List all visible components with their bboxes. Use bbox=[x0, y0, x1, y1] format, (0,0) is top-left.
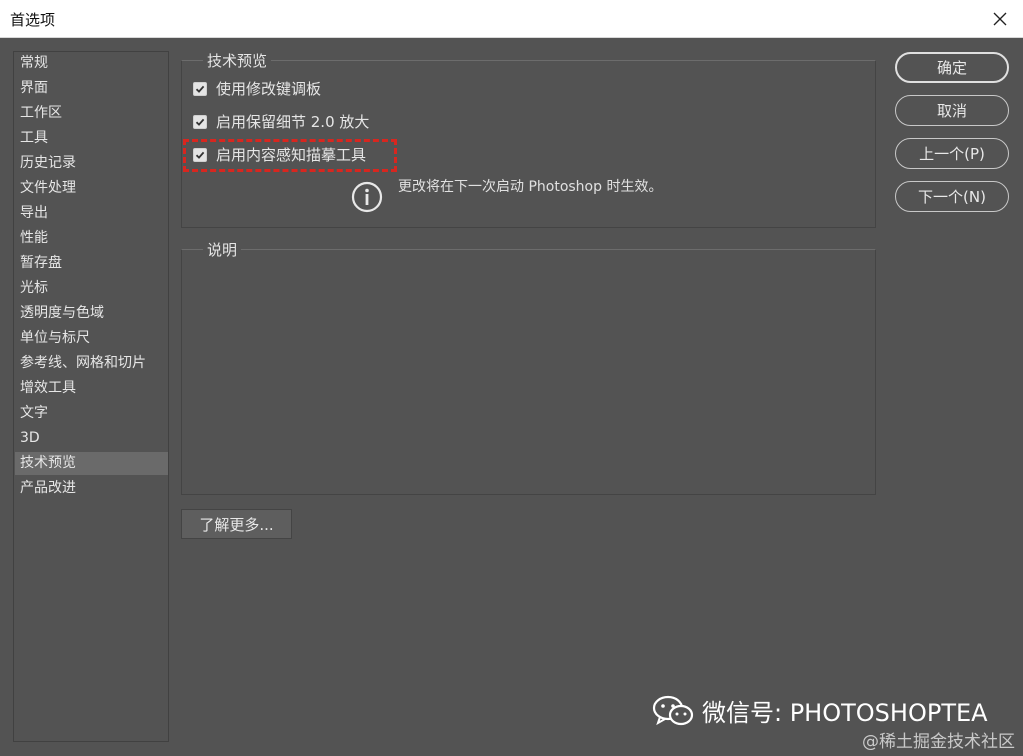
checkmark-icon bbox=[195, 118, 205, 126]
wechat-icon bbox=[652, 695, 694, 725]
wechat-watermark: 微信号: PHOTOSHOPTEA bbox=[652, 693, 988, 728]
sidebar-item-scratch-disks[interactable]: 暂存盘 bbox=[15, 252, 168, 275]
tech-preview-legend: 技术预览 bbox=[203, 50, 272, 71]
checkmark-icon bbox=[195, 85, 205, 93]
title-bar: 首选项 bbox=[0, 0, 1023, 38]
sidebar-item-export[interactable]: 导出 bbox=[15, 202, 168, 225]
option-preserve-details[interactable]: 启用保留细节 2.0 放大 bbox=[193, 111, 369, 132]
sidebar-item-guides-grid[interactable]: 参考线、网格和切片 bbox=[15, 352, 168, 375]
checkbox[interactable] bbox=[193, 114, 207, 129]
option-modifier-keys-palette[interactable]: 使用修改键调板 bbox=[193, 78, 321, 99]
sidebar-item-interface[interactable]: 界面 bbox=[15, 77, 168, 100]
wechat-id-text: 微信号: PHOTOSHOPTEA bbox=[702, 699, 988, 727]
sidebar-item-units-rulers[interactable]: 单位与标尺 bbox=[15, 327, 168, 350]
sidebar-item-performance[interactable]: 性能 bbox=[15, 227, 168, 250]
next-button[interactable]: 下一个(N) bbox=[895, 181, 1009, 212]
sidebar-item-tools[interactable]: 工具 bbox=[15, 127, 168, 150]
description-legend: 说明 bbox=[203, 239, 242, 260]
close-icon bbox=[993, 12, 1007, 26]
option-label: 启用保留细节 2.0 放大 bbox=[216, 113, 370, 131]
sidebar-item-file-handling[interactable]: 文件处理 bbox=[15, 177, 168, 200]
sidebar-item-workspace[interactable]: 工作区 bbox=[15, 102, 168, 125]
info-icon bbox=[351, 181, 383, 213]
sidebar-item-product-improvement[interactable]: 产品改进 bbox=[15, 477, 168, 500]
sidebar-item-plugins[interactable]: 增效工具 bbox=[15, 377, 168, 400]
sidebar-item-history[interactable]: 历史记录 bbox=[15, 152, 168, 175]
sidebar-item-technology-previews[interactable]: 技术预览 bbox=[15, 452, 168, 475]
cancel-button[interactable]: 取消 bbox=[895, 95, 1009, 126]
source-watermark: @稀土掘金技术社区 bbox=[862, 732, 1015, 752]
prev-button[interactable]: 上一个(P) bbox=[895, 138, 1009, 169]
sidebar-item-type[interactable]: 文字 bbox=[15, 402, 168, 425]
close-button[interactable] bbox=[977, 0, 1023, 38]
sidebar-item-3d[interactable]: 3D bbox=[15, 427, 168, 450]
ok-button[interactable]: 确定 bbox=[895, 52, 1009, 83]
learn-more-button[interactable]: 了解更多... bbox=[181, 509, 292, 539]
option-label: 使用修改键调板 bbox=[216, 80, 322, 98]
sidebar-item-cursors[interactable]: 光标 bbox=[15, 277, 168, 300]
highlight-annotation bbox=[183, 139, 397, 172]
sidebar-item-transparency[interactable]: 透明度与色域 bbox=[15, 302, 168, 325]
window-title: 首选项 bbox=[10, 11, 56, 29]
description-group bbox=[181, 249, 876, 495]
sidebar-item-general[interactable]: 常规 bbox=[15, 52, 168, 75]
category-sidebar: 常规 界面 工作区 工具 历史记录 文件处理 导出 性能 暂存盘 光标 透明度与… bbox=[13, 51, 169, 742]
checkbox[interactable] bbox=[193, 81, 207, 96]
restart-note: 更改将在下一次启动 Photoshop 时生效。 bbox=[398, 179, 663, 195]
